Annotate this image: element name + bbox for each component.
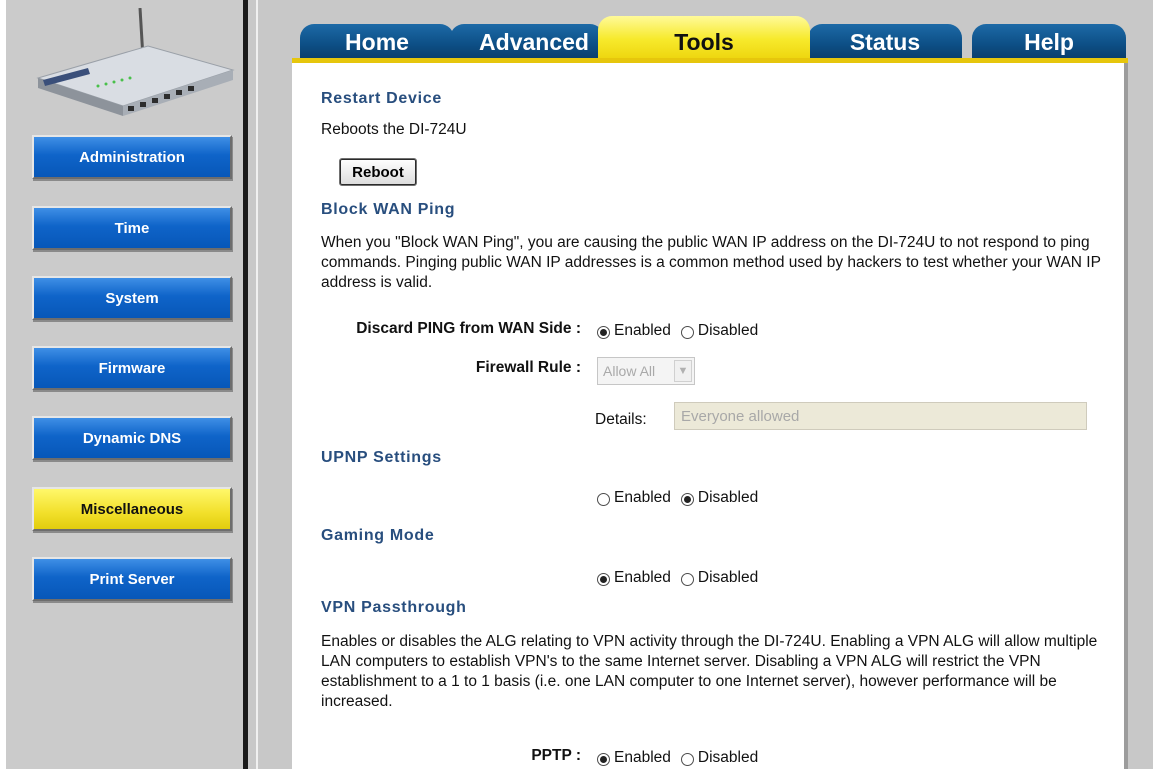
upnp-enabled-radio[interactable] [597, 492, 610, 506]
pptp-disabled-radio[interactable] [680, 752, 694, 766]
discard-ping-radio-group: Enabled Disabled [597, 322, 768, 340]
radio-label: Enabled [614, 749, 671, 766]
radio-label: Disabled [697, 322, 759, 339]
tab-label: Help [1024, 29, 1074, 55]
discard-ping-disabled-radio[interactable] [680, 325, 694, 339]
block-wan-heading: Block WAN Ping [321, 201, 456, 218]
pptp-label: PPTP : [531, 747, 581, 764]
reboot-button[interactable]: Reboot [339, 158, 417, 186]
radio-label: Disabled [697, 749, 759, 766]
firewall-rule-select[interactable]: Allow All ▼ [597, 357, 695, 385]
gaming-heading: Gaming Mode [321, 527, 435, 544]
sidebar-item-label: Administration [79, 148, 185, 166]
pptp-radio-group: Enabled Disabled [597, 749, 768, 767]
tab-status[interactable]: Status [808, 24, 962, 58]
sidebar-item-administration[interactable]: Administration [32, 135, 232, 179]
pptp-enabled-radio[interactable] [597, 752, 610, 766]
router-image [36, 8, 235, 116]
gaming-enabled-radio[interactable] [597, 572, 610, 586]
vpn-heading: VPN Passthrough [321, 599, 467, 616]
radio-label: Enabled [614, 489, 671, 506]
top-tabs: Home Advanced Tools Status Help [292, 14, 1128, 58]
radio-label: Enabled [614, 569, 671, 586]
sidebar-item-label: Print Server [89, 570, 175, 588]
sidebar-item-label: Firmware [98, 359, 166, 377]
sidebar-item-time[interactable]: Time [32, 206, 232, 250]
sidebar-item-print-server[interactable]: Print Server [32, 557, 232, 601]
tab-label: Advanced [479, 29, 589, 55]
main-content: Restart Device Reboots the DI-724U Reboo… [292, 63, 1128, 769]
tab-advanced[interactable]: Advanced [450, 24, 604, 58]
block-wan-description: When you "Block WAN Ping", you are causi… [321, 234, 1101, 291]
discard-ping-label: Discard PING from WAN Side : [356, 320, 581, 337]
upnp-heading: UPNP Settings [321, 449, 442, 466]
upnp-radio-group: Enabled Disabled [597, 489, 768, 507]
sidebar-item-dynamic-dns[interactable]: Dynamic DNS [32, 416, 232, 460]
sidebar-item-system[interactable]: System [32, 276, 232, 320]
radio-label: Disabled [697, 569, 759, 586]
gaming-disabled-radio[interactable] [680, 572, 694, 586]
gutter [248, 0, 286, 769]
tab-label: Tools [674, 29, 734, 55]
discard-ping-enabled-radio[interactable] [597, 325, 610, 339]
firewall-rule-label: Firewall Rule : [475, 359, 581, 376]
tab-label: Status [849, 29, 921, 55]
gaming-radio-group: Enabled Disabled [597, 569, 768, 587]
restart-heading: Restart Device [321, 90, 442, 107]
sidebar-item-miscellaneous[interactable]: Miscellaneous [32, 487, 232, 531]
radio-label: Disabled [697, 489, 759, 506]
restart-description: Reboots the DI-724U [321, 121, 467, 138]
tab-home[interactable]: Home [300, 24, 454, 58]
upnp-disabled-radio[interactable] [680, 492, 694, 506]
sidebar-item-label: Time [114, 219, 150, 237]
tab-label: Home [345, 29, 409, 55]
details-field[interactable] [674, 402, 1087, 430]
sidebar-item-label: Miscellaneous [80, 500, 184, 518]
radio-label: Enabled [614, 322, 671, 339]
sidebar-item-label: System [105, 289, 159, 307]
firewall-rule-value: Allow All [603, 363, 656, 379]
details-label: Details: [595, 411, 647, 428]
vpn-description: Enables or disables the ALG relating to … [321, 633, 1098, 710]
chevron-down-icon: ▼ [674, 360, 692, 382]
sidebar-item-label: Dynamic DNS [82, 429, 182, 447]
sidebar-item-firmware[interactable]: Firmware [32, 346, 232, 390]
tab-tools[interactable]: Tools [598, 16, 810, 58]
tab-help[interactable]: Help [972, 24, 1126, 58]
sidebar: Administration Time System Firmware Dyna… [0, 0, 248, 769]
